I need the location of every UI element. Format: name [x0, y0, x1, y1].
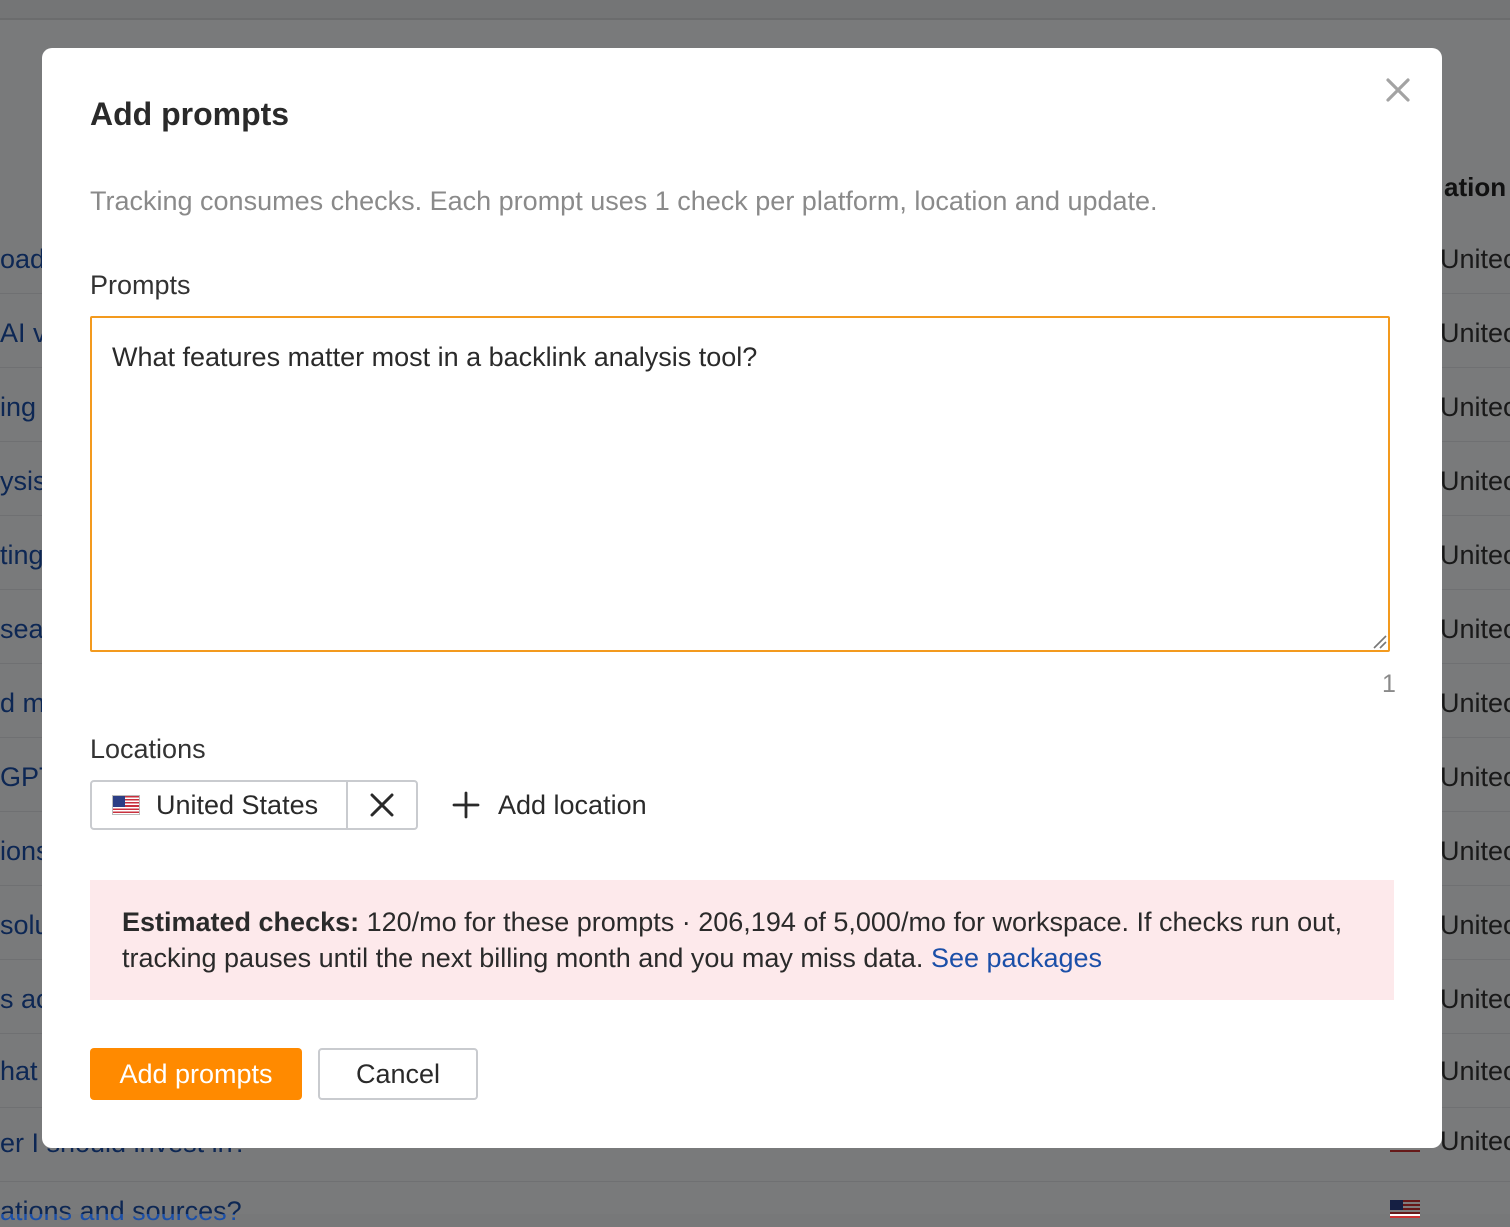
close-icon	[1386, 78, 1410, 102]
close-button[interactable]	[1382, 74, 1414, 106]
plus-icon	[452, 791, 480, 819]
dialog-title: Add prompts	[90, 96, 290, 132]
prompts-textarea[interactable]: What features matter most in a backlink …	[90, 316, 1390, 652]
resize-handle-icon[interactable]	[1370, 632, 1388, 650]
notice-heading: Estimated checks:	[122, 907, 360, 937]
prompt-count: 1	[1382, 670, 1396, 698]
add-location-label: Add location	[498, 789, 647, 820]
estimated-checks-notice: Estimated checks: 120/mo for these promp…	[90, 880, 1394, 1000]
location-chip-label: United States	[156, 789, 319, 820]
add-prompts-button[interactable]: Add prompts	[90, 1048, 302, 1100]
add-location-button[interactable]: Add location	[452, 780, 647, 830]
location-chip-united-states: United States	[90, 780, 418, 830]
see-packages-link[interactable]: See packages	[931, 943, 1102, 973]
locations-label: Locations	[90, 734, 206, 764]
dialog-subtitle: Tracking consumes checks. Each prompt us…	[90, 186, 1158, 216]
us-flag-icon	[112, 795, 140, 815]
add-prompts-dialog: Add prompts Tracking consumes checks. Ea…	[42, 48, 1442, 1148]
remove-location-button[interactable]	[346, 782, 416, 828]
close-icon	[370, 793, 394, 817]
prompts-label: Prompts	[90, 270, 191, 300]
cancel-button[interactable]: Cancel	[318, 1048, 478, 1100]
